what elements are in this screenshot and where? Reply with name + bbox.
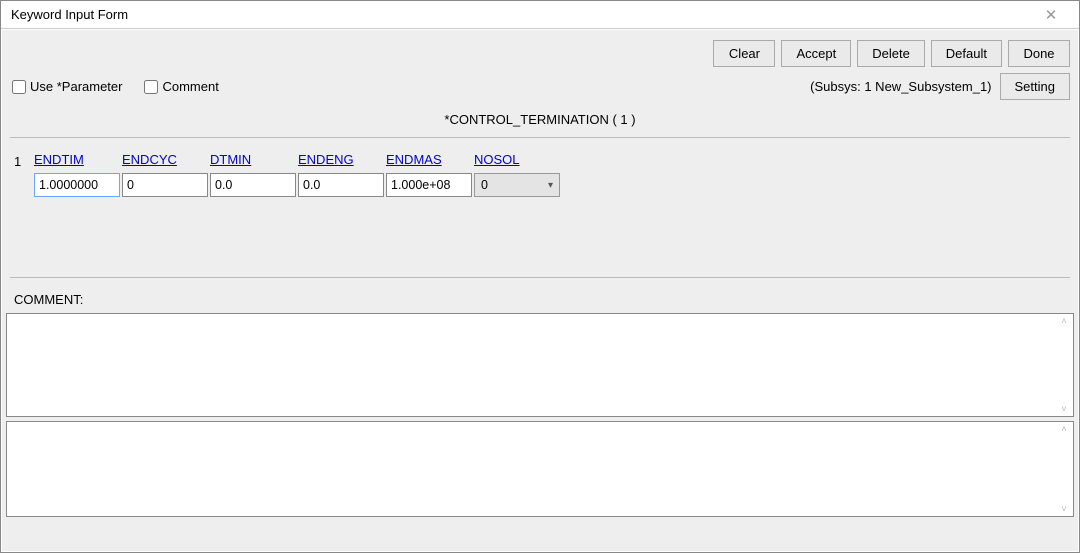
toolbar: Clear Accept Delete Default Done	[2, 30, 1078, 73]
use-parameter-label: Use *Parameter	[30, 79, 122, 94]
endtim-input[interactable]	[34, 173, 120, 197]
comment-textarea-wrap-1: ˄ ˅	[6, 313, 1074, 417]
left-options: Use *Parameter Comment	[12, 79, 219, 94]
comment-option-label: Comment	[162, 79, 218, 94]
right-options: (Subsys: 1 New_Subsystem_1) Setting	[810, 73, 1070, 100]
param-header-row: 1 ENDTIM ENDCYC DTMIN ENDENG ENDMAS NOSO…	[14, 152, 1070, 171]
comment-label: COMMENT:	[2, 278, 1078, 313]
endcyc-input[interactable]	[122, 173, 208, 197]
comment-checkbox[interactable]: Comment	[144, 79, 218, 94]
label-dtmin[interactable]: DTMIN	[210, 152, 251, 167]
nosol-select[interactable]: 0 ▾	[474, 173, 560, 197]
window-title: Keyword Input Form	[11, 7, 128, 22]
close-icon[interactable]: ✕	[1031, 6, 1071, 24]
options-bar: Use *Parameter Comment (Subsys: 1 New_Su…	[2, 73, 1078, 106]
chevron-down-icon: ▾	[548, 180, 553, 191]
keyword-title: *CONTROL_TERMINATION ( 1 )	[10, 106, 1070, 138]
label-nosol[interactable]: NOSOL	[474, 152, 520, 167]
row-number: 1	[14, 154, 28, 169]
use-parameter-input[interactable]	[12, 80, 26, 94]
done-button[interactable]: Done	[1008, 40, 1070, 67]
comment-textarea-1[interactable]	[6, 313, 1074, 417]
default-button[interactable]: Default	[931, 40, 1002, 67]
comment-textarea-2[interactable]	[6, 421, 1074, 517]
content-area: Clear Accept Delete Default Done Use *Pa…	[1, 29, 1079, 552]
accept-button[interactable]: Accept	[781, 40, 851, 67]
subsys-label: (Subsys: 1 New_Subsystem_1)	[810, 79, 991, 94]
use-parameter-checkbox[interactable]: Use *Parameter	[12, 79, 122, 94]
comment-textarea-wrap-2: ˄ ˅	[6, 421, 1074, 517]
clear-button[interactable]: Clear	[713, 40, 775, 67]
delete-button[interactable]: Delete	[857, 40, 925, 67]
nosol-value: 0	[481, 178, 488, 192]
setting-button[interactable]: Setting	[1000, 73, 1070, 100]
label-endmas[interactable]: ENDMAS	[386, 152, 442, 167]
params-section: 1 ENDTIM ENDCYC DTMIN ENDENG ENDMAS NOSO…	[2, 138, 1078, 205]
endmas-input[interactable]	[386, 173, 472, 197]
title-bar: Keyword Input Form ✕	[1, 1, 1079, 29]
dtmin-input[interactable]	[210, 173, 296, 197]
label-endcyc[interactable]: ENDCYC	[122, 152, 177, 167]
comment-input[interactable]	[144, 80, 158, 94]
label-endeng[interactable]: ENDENG	[298, 152, 354, 167]
label-endtim[interactable]: ENDTIM	[34, 152, 84, 167]
param-input-row: 0 ▾	[34, 173, 1070, 197]
endeng-input[interactable]	[298, 173, 384, 197]
